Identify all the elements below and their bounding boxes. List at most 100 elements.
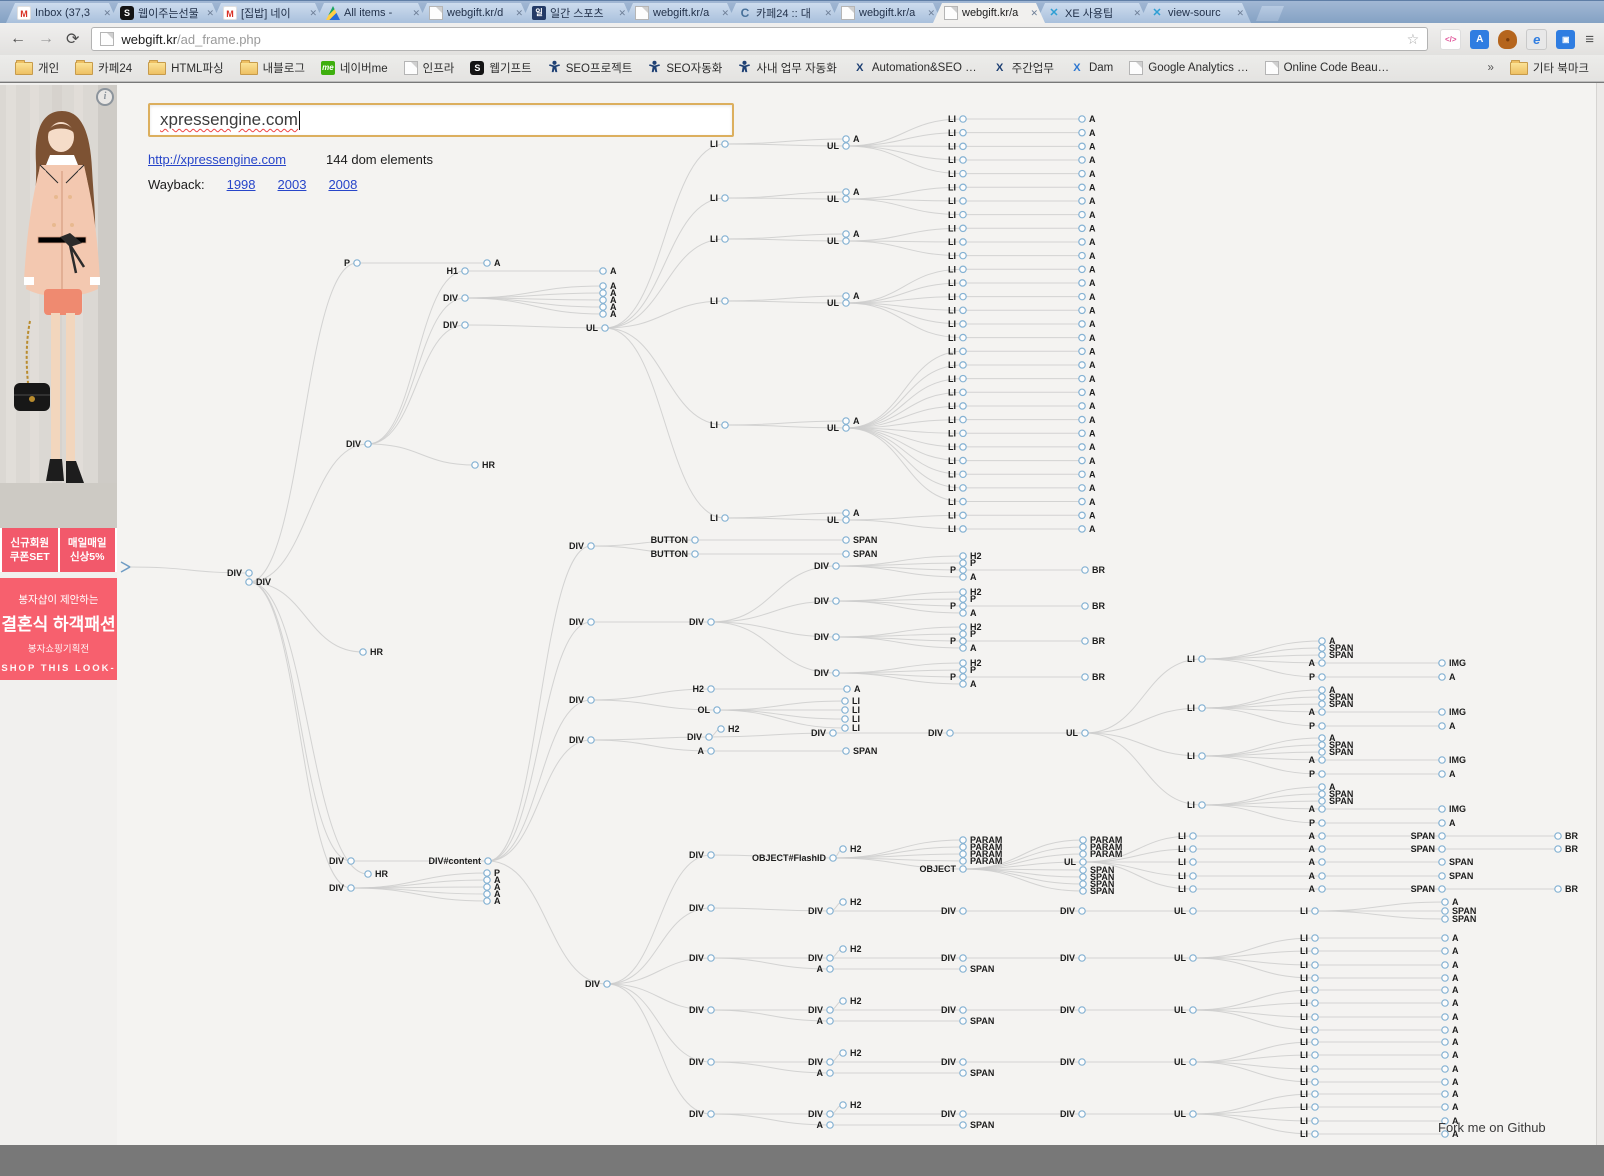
tree-node-span[interactable] xyxy=(1438,845,1446,853)
tree-node-br[interactable] xyxy=(1081,673,1089,681)
tree-node-div[interactable] xyxy=(245,569,253,577)
tree-node-div[interactable] xyxy=(245,578,253,586)
tree-node-a[interactable] xyxy=(1078,306,1086,315)
tree-node-li[interactable] xyxy=(959,183,967,192)
bookmark-item-9[interactable]: 사내 업무 자동화 xyxy=(731,58,843,78)
tree-node-span[interactable] xyxy=(959,1017,967,1025)
tree-node-a[interactable] xyxy=(1078,197,1086,205)
reload-button[interactable]: ⟳ xyxy=(66,29,79,49)
tree-node-ul[interactable] xyxy=(1189,1058,1197,1066)
tree-node-div[interactable] xyxy=(826,1110,834,1118)
tree-node-br[interactable] xyxy=(1554,845,1562,853)
tree-node-a[interactable] xyxy=(959,680,967,688)
tree-node-a[interactable] xyxy=(1078,361,1086,369)
tree-node-a[interactable] xyxy=(1441,961,1449,969)
tab-11[interactable]: ✕ view-sourc ✕ xyxy=(1139,3,1251,23)
tree-node-br[interactable] xyxy=(1081,566,1089,574)
tree-node-span[interactable] xyxy=(1318,741,1326,749)
tree-node-li[interactable] xyxy=(959,470,967,479)
tree-node-a[interactable] xyxy=(1441,1078,1449,1086)
tree-node-param[interactable] xyxy=(959,836,967,844)
tree-node-object-flashid[interactable] xyxy=(829,854,837,862)
tree-node-a[interactable] xyxy=(1078,279,1086,287)
bookmark-item-14[interactable]: Online Code Beau… xyxy=(1258,59,1396,77)
tree-node-li[interactable] xyxy=(1198,752,1206,760)
tree-node-a[interactable] xyxy=(1078,128,1086,137)
tree-node-ul[interactable] xyxy=(842,195,850,203)
tree-node-ul[interactable] xyxy=(842,299,850,307)
tab-close-icon[interactable]: ✕ xyxy=(1236,9,1244,18)
bookmark-item-5[interactable]: 인프라 xyxy=(397,58,462,78)
tree-node-img[interactable] xyxy=(1438,708,1446,716)
ad-info-icon[interactable]: i xyxy=(96,88,114,106)
bookmark-item-10[interactable]: X Automation&SEO … xyxy=(846,59,984,77)
tree-node-a[interactable] xyxy=(959,609,967,617)
tree-node-li[interactable] xyxy=(1311,1078,1319,1086)
tab-10[interactable]: ✕ XE 사용팁 ✕ xyxy=(1036,3,1148,23)
tree-node-li[interactable] xyxy=(1311,986,1319,994)
tree-node-a[interactable] xyxy=(1078,142,1086,151)
tree-node-a[interactable] xyxy=(1078,251,1086,260)
tree-node-p[interactable] xyxy=(959,602,967,610)
wayback-year-link[interactable]: 2003 xyxy=(278,177,307,192)
tree-node-a[interactable] xyxy=(1078,183,1086,192)
tree-node-h2[interactable] xyxy=(707,685,715,693)
tree-node-div[interactable] xyxy=(959,907,967,915)
tree-node-p[interactable] xyxy=(959,673,967,681)
tree-node-li[interactable] xyxy=(959,156,967,164)
tree-node-a[interactable] xyxy=(1318,637,1326,645)
tree-node-p[interactable] xyxy=(353,259,361,267)
tab-7[interactable]: C 카페24 :: 대 ✕ xyxy=(727,3,839,23)
tree-node-a[interactable] xyxy=(1078,470,1086,479)
scrollbar[interactable] xyxy=(1596,83,1604,1145)
ad-photo[interactable]: i xyxy=(0,85,117,528)
tree-node-li[interactable] xyxy=(721,297,729,305)
domain-search-input[interactable]: xpressengine.com xyxy=(148,103,734,137)
tree-node-param[interactable] xyxy=(959,850,967,858)
tree-node-a[interactable] xyxy=(1318,872,1326,880)
tree-node-a[interactable] xyxy=(599,296,607,304)
tree-node-li[interactable] xyxy=(1311,1026,1319,1034)
tree-node-div[interactable] xyxy=(364,440,372,448)
tree-node-a[interactable] xyxy=(1078,525,1086,533)
tree-node-span[interactable] xyxy=(1318,790,1326,798)
tab-9-active[interactable]: webgift.kr/a ✕ xyxy=(933,3,1045,23)
tree-node-a[interactable] xyxy=(1441,1038,1449,1046)
tree-node-a[interactable] xyxy=(599,310,607,318)
tree-node-param[interactable] xyxy=(1079,836,1087,844)
code-extension-icon[interactable]: </> xyxy=(1440,28,1462,50)
tab-4[interactable]: webgift.kr/d ✕ xyxy=(418,3,530,23)
tree-node-li[interactable] xyxy=(721,194,729,202)
tree-node-h2[interactable] xyxy=(839,997,847,1005)
tree-node-p[interactable] xyxy=(959,566,967,574)
tree-node-li[interactable] xyxy=(841,715,849,723)
tree-node-ul[interactable] xyxy=(1189,954,1197,962)
tree-node-li[interactable] xyxy=(959,251,967,260)
tree-node-a[interactable] xyxy=(1078,443,1086,451)
tree-node-li[interactable] xyxy=(1311,1117,1319,1125)
tree-node-a[interactable] xyxy=(483,876,491,884)
bookmark-item-13[interactable]: Google Analytics … xyxy=(1122,59,1255,77)
tree-node-br[interactable] xyxy=(1081,637,1089,645)
tree-node-span[interactable] xyxy=(959,1069,967,1077)
tree-node-object[interactable] xyxy=(959,865,967,873)
wayback-year-link[interactable]: 1998 xyxy=(227,177,256,192)
tree-node-a[interactable] xyxy=(1318,845,1326,853)
bug-extension-icon[interactable]: ● xyxy=(1498,29,1518,49)
tree-node-ul[interactable] xyxy=(1189,1006,1197,1014)
wayback-year-link[interactable]: 2008 xyxy=(328,177,357,192)
tree-node-p[interactable] xyxy=(959,666,967,674)
ad-newitem-button[interactable]: 매일매일 신상5% xyxy=(59,528,115,572)
tab-0[interactable]: M Inbox (37,3 ✕ xyxy=(6,3,118,23)
tab-close-icon[interactable]: ✕ xyxy=(206,9,214,18)
tree-node-param[interactable] xyxy=(959,857,967,865)
tree-node-span[interactable] xyxy=(1318,700,1326,708)
tab-close-icon[interactable]: ✕ xyxy=(824,9,832,18)
tree-node-li[interactable] xyxy=(959,525,967,533)
tree-node-li[interactable] xyxy=(959,456,967,465)
tree-node-div[interactable] xyxy=(826,1058,834,1066)
tree-node-li[interactable] xyxy=(959,484,967,492)
tree-node-a[interactable] xyxy=(1441,1026,1449,1034)
tree-node-li[interactable] xyxy=(1189,872,1197,880)
tree-node-br[interactable] xyxy=(1081,602,1089,610)
